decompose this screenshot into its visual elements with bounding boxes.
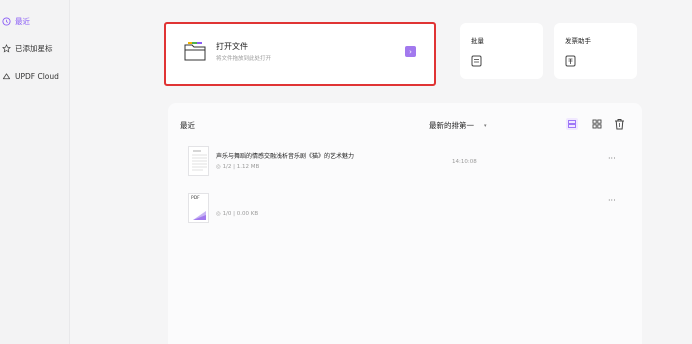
star-icon [2,43,11,53]
file-meta: ◎ 1/2 | 1.12 MB [216,164,259,170]
main-area: 打开文件 将文件拖放到此处打开 › 批量 发票助手 最近 最新的排第一 ▾ 声乐… [70,0,692,344]
file-thumbnail: PDF [188,193,209,223]
sidebar: 最近 已添加星标 UPDF Cloud [0,0,70,344]
file-thumbnail [188,146,209,176]
invoice-assistant-card[interactable]: 发票助手 [554,23,637,79]
open-file-arrow-button[interactable]: › [405,46,416,57]
pdf-thumb-label: PDF [191,196,200,201]
cloud-icon [2,72,11,81]
sidebar-item-label: 已添加星标 [15,43,53,53]
open-file-subtitle: 将文件拖放到此处打开 [216,56,272,62]
file-row[interactable]: PDF ◎ 1/0 | 0.00 KB ··· [168,193,642,233]
batch-title: 批量 [471,37,484,45]
invoice-assistant-title: 发票助手 [565,37,591,45]
sidebar-item-starred[interactable]: 已添加星标 [2,41,53,55]
trash-icon[interactable] [614,118,625,130]
sidebar-item-label: UPDF Cloud [15,71,59,81]
folder-icon [184,42,206,61]
batch-icon [471,55,482,67]
recent-panel: 最近 最新的排第一 ▾ 声乐与舞蹈的情感交融浅析音乐剧《猫》的艺术魅力 ◎ 1/… [168,103,642,344]
file-meta: ◎ 1/0 | 0.00 KB [216,211,258,217]
recent-title: 最近 [180,121,195,130]
clock-icon [2,16,11,26]
open-file-card[interactable]: 打开文件 将文件拖放到此处打开 › [165,23,435,85]
open-file-title: 打开文件 [216,42,248,51]
file-size: 0.00 KB [236,211,259,217]
invoice-icon [565,55,576,67]
chevron-down-icon: ▾ [484,122,487,129]
grid-view-icon[interactable] [592,119,602,129]
file-size: 1.12 MB [236,164,260,170]
sort-dropdown[interactable]: 最新的排第一 ▾ [429,120,487,131]
batch-card[interactable]: 批量 [460,23,543,79]
sidebar-item-label: 最近 [15,16,30,26]
more-options-button[interactable]: ··· [608,154,616,163]
file-name: 声乐与舞蹈的情感交融浅析音乐剧《猫》的艺术魅力 [216,153,355,160]
more-options-button[interactable]: ··· [608,196,616,205]
file-time: 14:10:08 [452,159,477,165]
sort-label: 最新的排第一 [429,121,474,130]
sidebar-item-cloud[interactable]: UPDF Cloud [2,69,59,83]
list-view-button[interactable] [566,118,578,130]
sidebar-item-recent[interactable]: 最近 [2,14,30,28]
file-row[interactable]: 声乐与舞蹈的情感交融浅析音乐剧《猫》的艺术魅力 ◎ 1/2 | 1.12 MB … [168,146,642,186]
list-view-icon [568,120,576,128]
